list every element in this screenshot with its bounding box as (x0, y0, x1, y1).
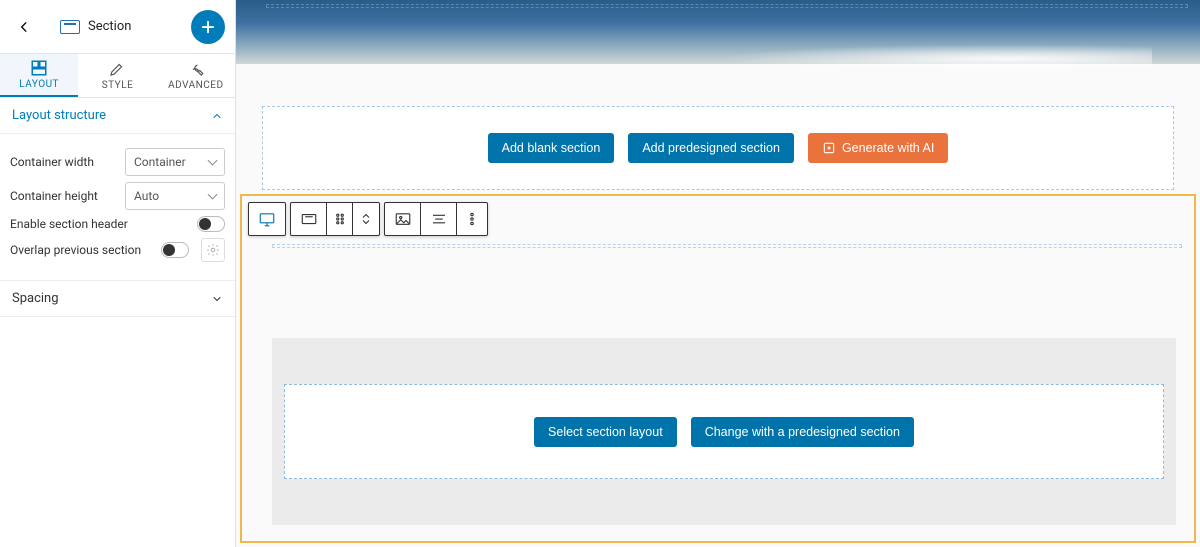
block-title: Section (88, 19, 131, 34)
panel-layout-structure: Layout structure Container width Contain… (0, 98, 235, 281)
gear-icon (206, 243, 220, 257)
sidebar-header: Section (0, 0, 235, 54)
toolbar-group-actions (384, 202, 488, 236)
overlap-toggle[interactable] (161, 242, 189, 258)
row-container-width: Container width Container (10, 148, 225, 176)
toolbar-drag-handle[interactable] (327, 203, 353, 235)
overlap-settings-button[interactable] (201, 238, 225, 262)
panel-title: Spacing (12, 291, 59, 306)
toolbar-block-type-button[interactable] (249, 203, 285, 235)
add-predesigned-section-button[interactable]: Add predesigned section (628, 133, 794, 163)
arrows-up-down-icon (357, 210, 375, 228)
generate-with-ai-button[interactable]: Generate with AI (808, 133, 948, 163)
chevron-down-icon (211, 293, 223, 305)
enable-header-label: Enable section header (10, 217, 189, 231)
container-height-select[interactable]: Auto (125, 182, 225, 210)
layout-icon (30, 59, 48, 77)
chevron-left-icon (17, 20, 31, 34)
tab-advanced[interactable]: ADVANCED (157, 54, 235, 97)
overlap-label: Overlap previous section (10, 243, 153, 257)
brush-icon (108, 60, 126, 78)
block-toolbar (248, 202, 488, 236)
section-icon (300, 210, 318, 228)
plus-icon (199, 18, 217, 36)
panel-spacing: Spacing (0, 281, 235, 317)
add-section-placeholder: Add blank section Add predesigned sectio… (262, 106, 1174, 190)
editor-canvas: Add blank section Add predesigned sectio… (236, 0, 1200, 547)
align-icon (430, 210, 448, 228)
toolbar-image-button[interactable] (385, 203, 421, 235)
panel-title: Layout structure (12, 108, 106, 123)
container-height-label: Container height (10, 189, 117, 203)
tab-style[interactable]: STYLE (78, 54, 156, 97)
toolbar-align-button[interactable] (421, 203, 457, 235)
placeholder-dash (266, 4, 1188, 8)
panel-body: Container width Container Container heig… (0, 134, 235, 281)
drag-handle-icon (331, 210, 349, 228)
selected-section-outline: Select section layout Change with a pred… (240, 194, 1196, 543)
toolbar-group-section (290, 202, 380, 236)
toolbar-group-block (248, 202, 286, 236)
tab-layout[interactable]: LAYOUT (0, 54, 78, 97)
block-label: Section (38, 19, 191, 34)
panel-header-layout-structure[interactable]: Layout structure (0, 98, 235, 134)
tab-style-label: STYLE (102, 80, 134, 91)
panel-header-spacing[interactable]: Spacing (0, 281, 235, 317)
empty-section-placeholder: Select section layout Change with a pred… (284, 384, 1164, 479)
row-overlap: Overlap previous section (10, 238, 225, 262)
ai-sparkle-icon (822, 141, 836, 155)
back-button[interactable] (10, 13, 38, 41)
toolbar-move-arrows[interactable] (353, 203, 379, 235)
chevron-up-icon (211, 110, 223, 122)
hero-image-preview (236, 0, 1200, 64)
row-enable-header: Enable section header (10, 216, 225, 232)
inspector-tabs: LAYOUT STYLE ADVANCED (0, 54, 235, 98)
toolbar-more-button[interactable] (457, 203, 487, 235)
change-predesigned-section-button[interactable]: Change with a predesigned section (691, 417, 914, 447)
tab-layout-label: LAYOUT (19, 79, 59, 90)
more-vertical-icon (463, 210, 481, 228)
inspector-sidebar: Section LAYOUT STYLE ADVANCED Layout str (0, 0, 236, 547)
select-section-layout-button[interactable]: Select section layout (534, 417, 677, 447)
enable-header-toggle[interactable] (197, 216, 225, 232)
section-content-area: Select section layout Change with a pred… (272, 338, 1176, 525)
desktop-icon (258, 210, 276, 228)
add-block-button[interactable] (191, 10, 225, 44)
row-container-height: Container height Auto (10, 182, 225, 210)
section-top-divider (272, 244, 1182, 248)
add-blank-section-button[interactable]: Add blank section (488, 133, 615, 163)
container-width-select[interactable]: Container (125, 148, 225, 176)
wrench-icon (187, 60, 205, 78)
image-icon (394, 210, 412, 228)
tab-advanced-label: ADVANCED (168, 80, 223, 91)
section-icon (60, 20, 80, 34)
container-width-label: Container width (10, 155, 117, 169)
toolbar-section-button[interactable] (291, 203, 327, 235)
